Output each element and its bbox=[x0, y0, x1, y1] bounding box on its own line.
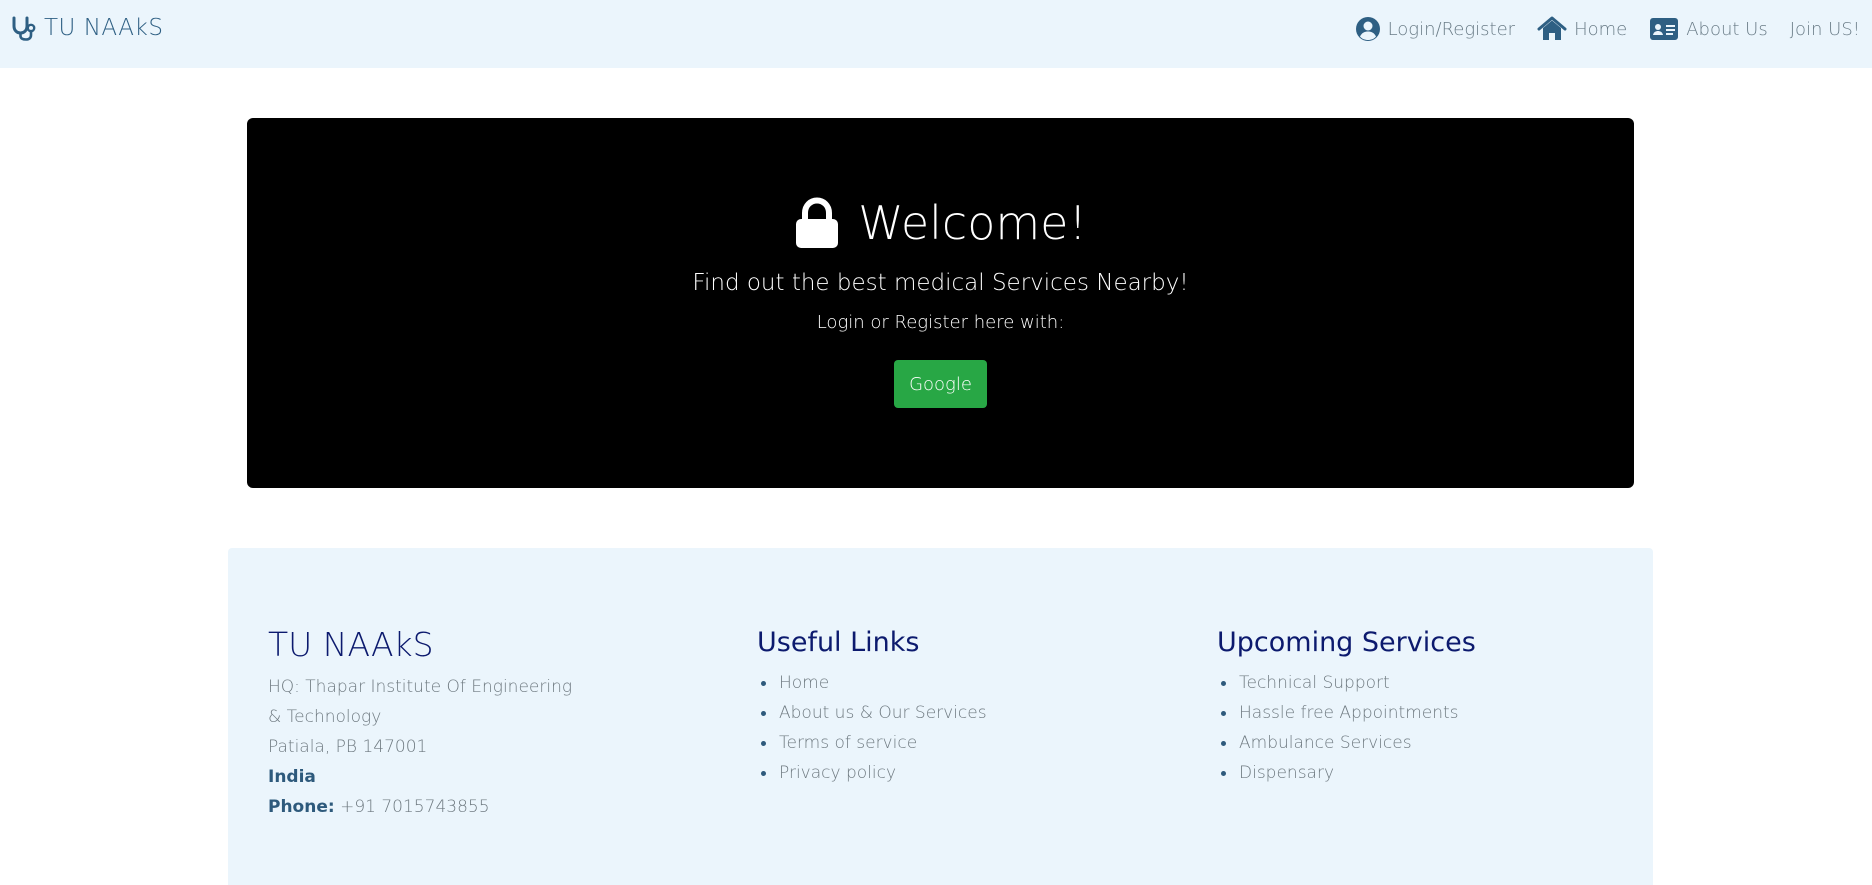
nav-login-register-label: Login/Register bbox=[1387, 18, 1516, 40]
nav-home[interactable]: Home bbox=[1537, 16, 1627, 42]
nav-join-us-label: Join US! bbox=[1789, 18, 1860, 40]
welcome-banner: Welcome! Find out the best medical Servi… bbox=[247, 118, 1634, 488]
nav-links: Login/Register Home About Us Join US! bbox=[1355, 12, 1860, 46]
footer-link-privacy[interactable]: Privacy policy bbox=[757, 758, 987, 788]
welcome-heading: Welcome! bbox=[247, 196, 1634, 250]
id-card-icon bbox=[1650, 18, 1679, 40]
service-item: Dispensary bbox=[1217, 758, 1476, 788]
address-line: Patiala, PB 147001 bbox=[268, 737, 428, 757]
home-icon bbox=[1537, 16, 1567, 40]
stethoscope-icon bbox=[12, 16, 36, 41]
nav-join-us[interactable]: Join US! bbox=[1790, 19, 1860, 40]
footer-useful-links: Useful Links Home About us & Our Service… bbox=[757, 626, 987, 788]
useful-links-list: Home About us & Our Services Terms of se… bbox=[757, 668, 987, 788]
nav-home-label: Home bbox=[1574, 18, 1628, 40]
upcoming-services-heading: Upcoming Services bbox=[1217, 627, 1476, 658]
welcome-subtitle: Find out the best medical Services Nearb… bbox=[692, 270, 1189, 296]
nav-about-us-label: About Us bbox=[1686, 18, 1768, 40]
upcoming-services-list: Technical Support Hassle free Appointmen… bbox=[1217, 668, 1476, 788]
footer-link-terms[interactable]: Terms of service bbox=[757, 728, 987, 758]
navbar: TU NAAkS Login/Register Home About Us Jo… bbox=[0, 0, 1872, 68]
login-prompt: Login or Register here with: bbox=[816, 312, 1065, 333]
nav-about-us[interactable]: About Us bbox=[1649, 16, 1768, 42]
footer-brand: TU NAAkS bbox=[268, 625, 434, 664]
brand-title: TU NAAkS bbox=[44, 15, 164, 41]
service-item: Hassle free Appointments bbox=[1217, 698, 1476, 728]
address-line: & Technology bbox=[268, 707, 382, 727]
phone-number: +91 7015743855 bbox=[340, 797, 490, 817]
google-login-button[interactable]: Google bbox=[894, 360, 987, 408]
address-line: HQ: Thapar Institute Of Engineering bbox=[268, 677, 573, 697]
service-item: Technical Support bbox=[1217, 668, 1476, 698]
country: India bbox=[268, 767, 316, 787]
footer-contact: TU NAAkS HQ: Thapar Institute Of Enginee… bbox=[268, 626, 572, 822]
footer-link-home[interactable]: Home bbox=[757, 668, 987, 698]
brand-link[interactable]: TU NAAkS bbox=[10, 12, 163, 44]
footer: TU NAAkS HQ: Thapar Institute Of Enginee… bbox=[228, 548, 1653, 885]
footer-upcoming-services: Upcoming Services Technical Support Hass… bbox=[1217, 626, 1476, 788]
welcome-title: Welcome! bbox=[858, 196, 1087, 250]
lock-icon bbox=[796, 197, 839, 248]
nav-login-register[interactable]: Login/Register bbox=[1355, 16, 1516, 42]
service-item: Ambulance Services bbox=[1217, 728, 1476, 758]
phone: Phone: +91 7015743855 bbox=[268, 792, 572, 822]
footer-link-about[interactable]: About us & Our Services bbox=[757, 698, 987, 728]
useful-links-heading: Useful Links bbox=[757, 627, 920, 658]
phone-label: Phone: bbox=[268, 797, 335, 817]
user-circle-icon bbox=[1355, 17, 1380, 41]
